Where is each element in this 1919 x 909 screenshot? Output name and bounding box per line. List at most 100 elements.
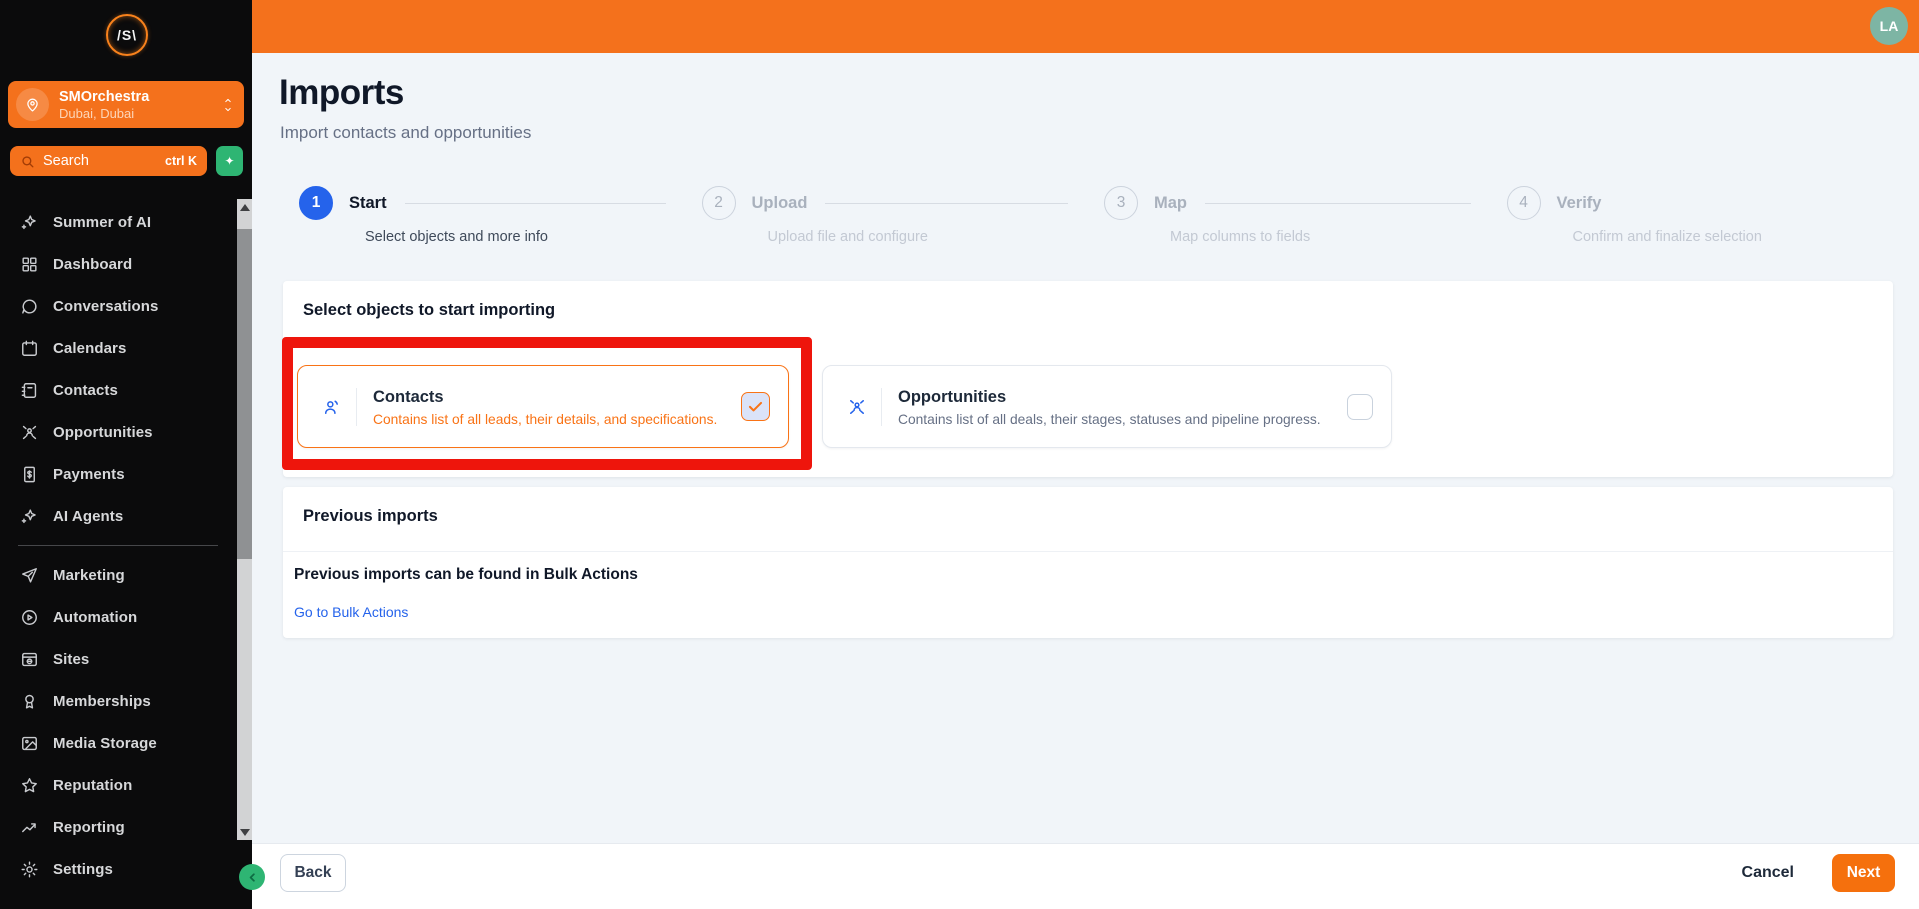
step-number-badge: 1 — [299, 186, 333, 220]
sidebar-item-automation[interactable]: Automation — [0, 596, 236, 638]
step-connector-line — [825, 202, 1068, 204]
user-voice-icon — [322, 397, 342, 417]
sidebar-item-ai-agents[interactable]: AI Agents — [0, 495, 236, 537]
sidebar-item-payments[interactable]: Payments — [0, 453, 236, 495]
card-divider — [881, 387, 882, 426]
trend-icon — [20, 818, 39, 837]
sidebar-item-reporting[interactable]: Reporting — [0, 806, 236, 848]
opportunities-icon — [20, 423, 39, 442]
account-location: Dubai, Dubai — [59, 105, 135, 121]
page-subtitle: Import contacts and opportunities — [280, 123, 532, 142]
grid-icon — [20, 255, 39, 274]
step-description: Map columns to fields — [1170, 229, 1311, 245]
search-input[interactable] — [43, 153, 166, 169]
sidebar-item-label: Summer of AI — [53, 213, 152, 231]
step-label: Upload — [751, 193, 808, 212]
sidebar-item-calendars[interactable]: Calendars — [0, 327, 236, 369]
option-title: Opportunities — [898, 387, 1007, 406]
sidebar-item-dashboard[interactable]: Dashboard — [0, 243, 236, 285]
chevron-updown-icon — [222, 96, 234, 114]
sidebar: /S\ SMOrchestra Dubai, Dubai ctrl K ✦ Su… — [0, 0, 252, 909]
payments-icon — [20, 465, 39, 484]
sidebar-item-marketing[interactable]: Marketing — [0, 554, 236, 596]
sidebar-item-memberships[interactable]: Memberships — [0, 680, 236, 722]
search-icon — [22, 155, 34, 167]
go-to-bulk-actions-link[interactable]: Go to Bulk Actions — [294, 604, 408, 620]
step-start[interactable]: 1 Start Select objects and more info — [283, 186, 686, 245]
account-switcher[interactable]: SMOrchestra Dubai, Dubai — [8, 81, 244, 128]
sidebar-collapse-button[interactable] — [239, 864, 265, 890]
previous-imports-panel: Previous imports Previous imports can be… — [283, 487, 1893, 638]
sidebar-item-label: Contacts — [53, 381, 118, 399]
search-shortcut: ctrl K — [165, 154, 197, 168]
scroll-up-arrow-icon[interactable] — [237, 199, 252, 215]
chevron-left-icon — [249, 872, 255, 882]
option-description: Contains list of all deals, their stages… — [898, 411, 1321, 427]
sidebar-item-settings[interactable]: Settings — [0, 848, 236, 890]
step-verify[interactable]: 4 Verify Confirm and finalize selection — [1491, 186, 1894, 245]
step-description: Upload file and configure — [767, 229, 928, 245]
sidebar-item-label: Media Storage — [53, 734, 157, 752]
sidebar-item-label: Reporting — [53, 818, 125, 836]
sidebar-item-media-storage[interactable]: Media Storage — [0, 722, 236, 764]
back-button[interactable]: Back — [280, 854, 346, 892]
browser-icon — [20, 650, 39, 669]
select-objects-heading: Select objects to start importing — [303, 301, 556, 319]
sidebar-item-conversations[interactable]: Conversations — [0, 285, 236, 327]
sidebar-item-reputation[interactable]: Reputation — [0, 764, 236, 806]
panel-divider — [283, 551, 1893, 552]
scroll-down-arrow-icon[interactable] — [237, 824, 252, 840]
step-upload[interactable]: 2 Upload Upload file and configure — [686, 186, 1089, 245]
option-description: Contains list of all leads, their detail… — [373, 411, 718, 427]
app-logo-icon: /S\ — [106, 14, 148, 56]
sidebar-scrollbar[interactable] — [237, 199, 252, 840]
sparkle-plus-icon: ✦ — [224, 154, 235, 168]
step-number-badge: 4 — [1506, 186, 1541, 220]
sparkle-icon — [20, 507, 39, 526]
sidebar-item-label: Marketing — [53, 566, 125, 584]
calendar-icon — [20, 339, 39, 358]
page-title: Imports — [279, 73, 404, 112]
sidebar-item-summer-of-ai[interactable]: Summer of AI — [0, 201, 236, 243]
opportunities-icon — [847, 397, 867, 417]
previous-imports-heading: Previous imports — [303, 507, 438, 525]
sidebar-item-label: Automation — [53, 608, 138, 626]
sidebar-item-sites[interactable]: Sites — [0, 638, 236, 680]
sidebar-item-contacts[interactable]: Contacts — [0, 369, 236, 411]
account-name: SMOrchestra — [59, 88, 150, 105]
scrollbar-thumb[interactable] — [237, 229, 252, 559]
next-button[interactable]: Next — [1832, 854, 1895, 892]
main-content: Imports Import contacts and opportunitie… — [252, 53, 1919, 909]
chat-icon — [20, 297, 39, 316]
sidebar-item-label: Dashboard — [53, 255, 133, 273]
step-description: Select objects and more info — [365, 229, 548, 245]
step-label: Map — [1154, 193, 1187, 212]
sidebar-item-label: Reputation — [53, 776, 133, 794]
sidebar-item-label: Sites — [53, 650, 90, 668]
select-objects-panel: Select objects to start importing Contac… — [283, 281, 1893, 477]
option-card-contacts[interactable]: Contacts Contains list of all leads, thei… — [297, 365, 789, 448]
step-number-badge: 2 — [701, 186, 736, 220]
sidebar-divider — [18, 545, 218, 546]
checkbox-checked[interactable] — [741, 392, 770, 421]
image-icon — [20, 734, 39, 753]
step-map[interactable]: 3 Map Map columns to fields — [1088, 186, 1491, 245]
quick-add-button[interactable]: ✦ — [216, 146, 243, 176]
cancel-button[interactable]: Cancel — [1742, 864, 1794, 882]
step-description: Confirm and finalize selection — [1572, 229, 1762, 245]
option-card-opportunities[interactable]: Opportunities Contains list of all deals,… — [822, 365, 1392, 448]
logo-glyph: /S\ — [116, 27, 138, 43]
option-title: Contacts — [373, 387, 444, 406]
location-pin-icon — [16, 88, 49, 121]
sidebar-item-opportunities[interactable]: Opportunities — [0, 411, 236, 453]
footer-bar: Back Cancel Next — [252, 843, 1919, 909]
sidebar-item-label: AI Agents — [53, 507, 124, 525]
search-bar[interactable]: ctrl K — [10, 146, 207, 176]
user-avatar[interactable]: LA — [1870, 7, 1908, 45]
sparkle-icon — [20, 213, 39, 232]
checkbox-unchecked[interactable] — [1347, 393, 1373, 420]
sidebar-item-label: Payments — [53, 465, 125, 483]
sidebar-menu: Summer of AI Dashboard Conversations Calend… — [0, 201, 236, 890]
sidebar-item-label: Settings — [53, 860, 113, 878]
step-label: Start — [349, 193, 387, 212]
